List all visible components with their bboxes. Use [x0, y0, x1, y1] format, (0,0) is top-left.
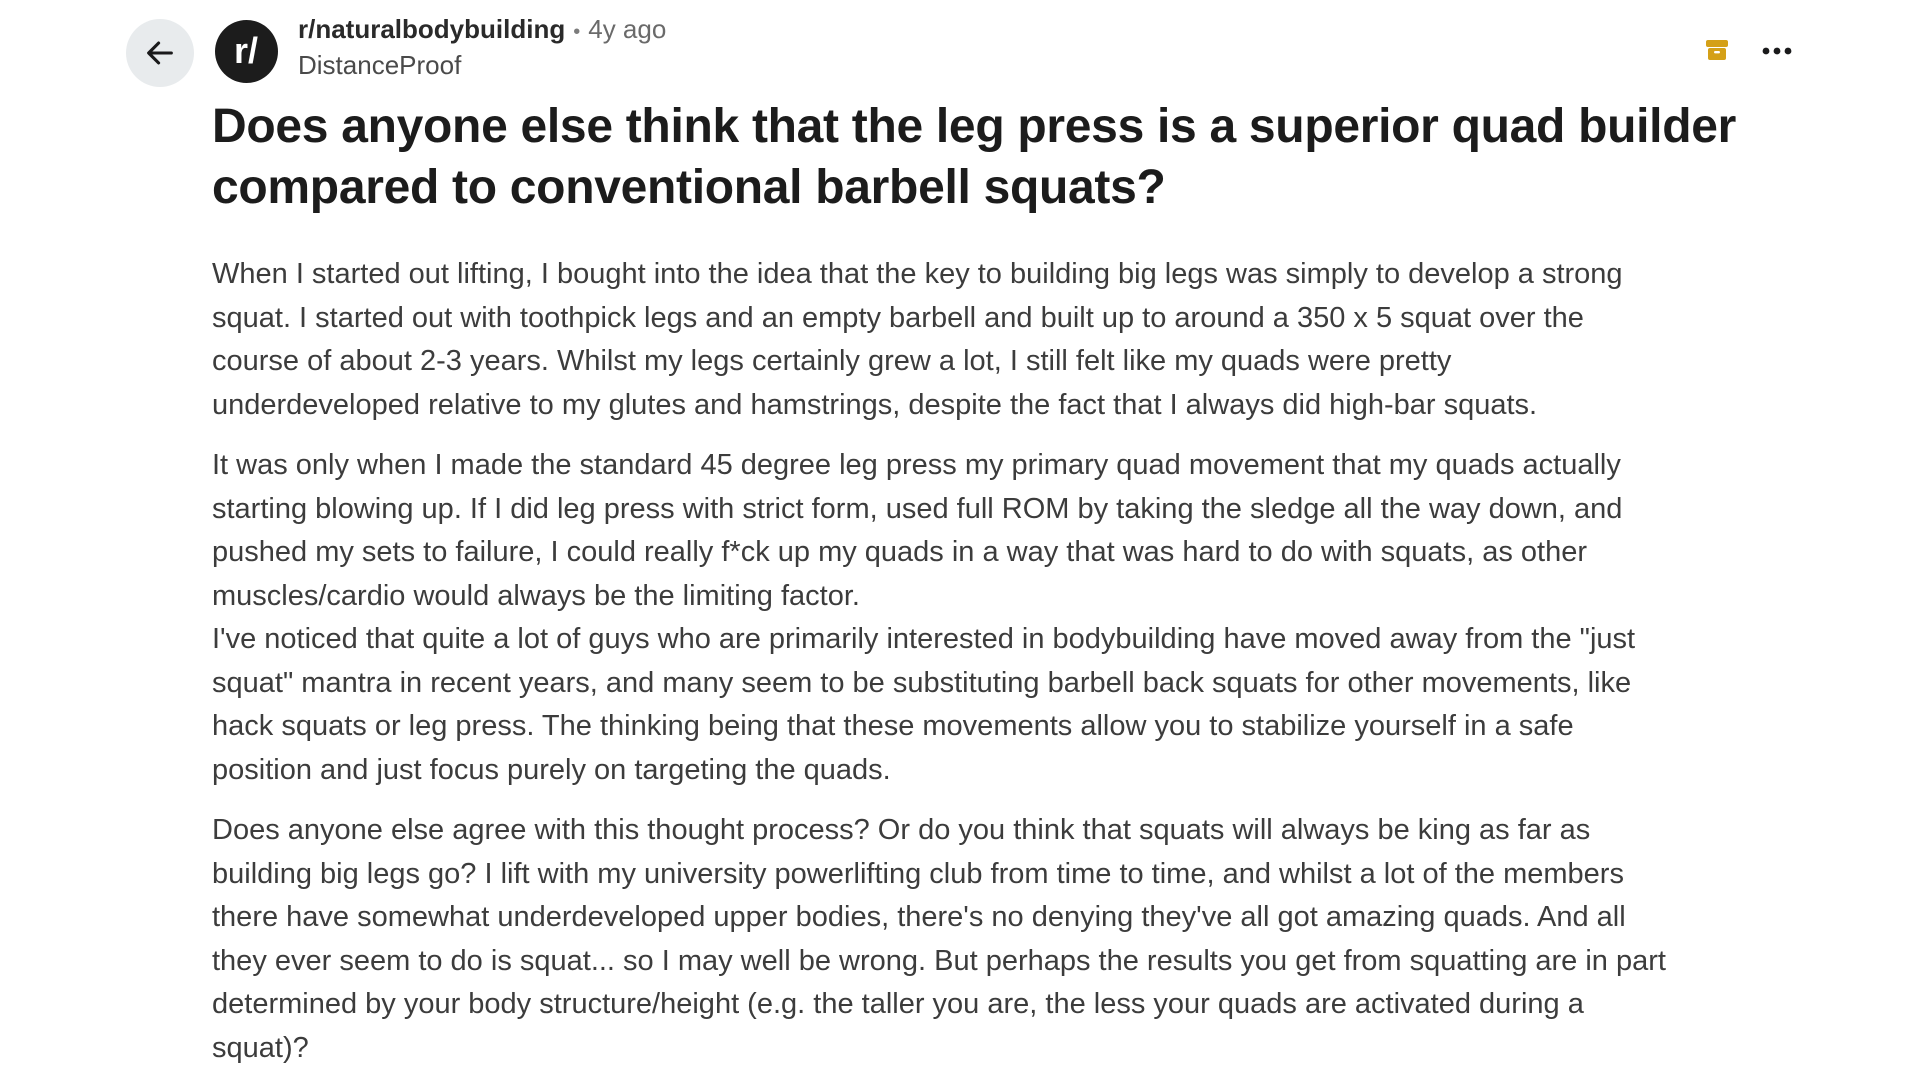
body-line: muscles/cardio would always be the limit… — [212, 579, 860, 612]
arrow-left-icon — [147, 41, 173, 65]
body-line: When I started out lifting, I bought int… — [212, 258, 1623, 290]
subreddit-link[interactable]: r/naturalbodybuilding — [298, 16, 565, 42]
meta-separator: • — [573, 21, 581, 43]
post-title-line: Does anyone else think that the leg pres… — [212, 100, 1566, 153]
post-age: 4y ago — [588, 14, 667, 44]
body-line: pushed my sets to failure, I could reall… — [212, 536, 1587, 568]
more-options-button[interactable] — [1757, 31, 1797, 71]
body-line: underdeveloped relative to my glutes and… — [212, 388, 1538, 421]
body-line: It was only when I made the standard 45 … — [212, 449, 1621, 481]
body-line: hack squats or leg press. The thinking b… — [212, 710, 1574, 742]
body-line: course of about 2-3 years. Whilst my leg… — [212, 345, 1452, 377]
body-line: starting blowing up. If I did leg press … — [212, 492, 1623, 525]
post-body: When I started out lifting, I bought int… — [212, 253, 1812, 1080]
back-button[interactable] — [126, 19, 194, 87]
author-link[interactable]: DistanceProof — [298, 52, 666, 78]
post-title: Does anyone else think that the leg pres… — [212, 96, 1792, 218]
archive-icon — [1706, 40, 1728, 60]
post-paragraph: Does anyone else agree with this thought… — [212, 809, 1812, 1070]
body-line: Does anyone else agree with this thought… — [212, 814, 1591, 846]
archive-button[interactable] — [1704, 37, 1730, 68]
post-meta: r/naturalbodybuilding • 4y ago DistanceP… — [298, 16, 666, 78]
body-line: squat" mantra in recent years, and many … — [212, 666, 1632, 699]
subreddit-avatar[interactable]: r/ — [215, 20, 278, 83]
body-line: there have somewhat underdeveloped upper… — [212, 901, 1626, 933]
body-line: building big legs go? I lift with my uni… — [212, 857, 1624, 890]
body-line: position and just focus purely on target… — [212, 753, 891, 786]
body-line: I've noticed that quite a lot of guys wh… — [212, 623, 1636, 655]
subreddit-logo: r/ — [234, 30, 258, 71]
post-paragraph: When I started out lifting, I bought int… — [212, 253, 1812, 427]
body-line: they ever seem to do is squat... so I ma… — [212, 944, 1666, 977]
body-line: determined by your body structure/height… — [212, 988, 1584, 1020]
post-paragraph: It was only when I made the standard 45 … — [212, 444, 1812, 792]
more-horizontal-icon — [1762, 47, 1792, 55]
svg-text:r/: r/ — [234, 30, 258, 71]
body-line: squat)? — [212, 1031, 309, 1064]
body-line: squat. I started out with toothpick legs… — [212, 301, 1584, 334]
